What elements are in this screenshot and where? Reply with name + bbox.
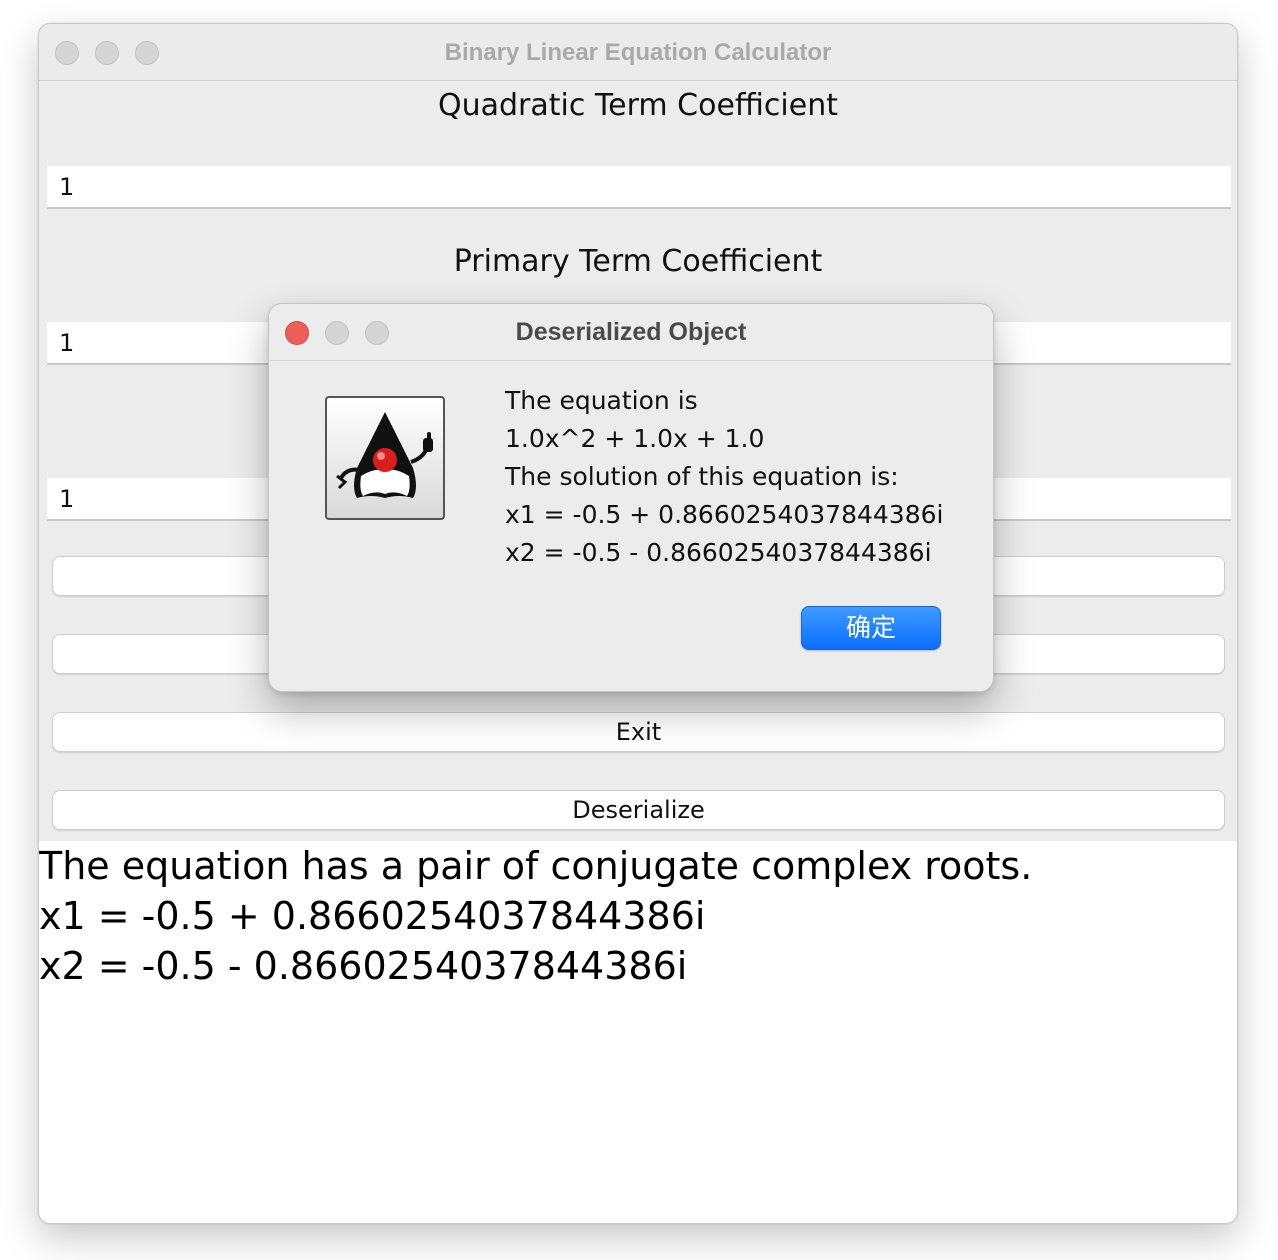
deserialize-button[interactable]: Deserialize — [52, 790, 1225, 830]
result-line: x1 = -0.5 + 0.8660254037844386i — [39, 894, 706, 938]
window-titlebar[interactable]: Binary Linear Equation Calculator — [39, 24, 1237, 81]
message-line: The equation is — [505, 386, 698, 415]
java-duke-icon — [325, 396, 445, 520]
message-line: 1.0x^2 + 1.0x + 1.0 — [505, 424, 765, 453]
exit-button[interactable]: Exit — [52, 712, 1225, 752]
dialog-message: The equation is 1.0x^2 + 1.0x + 1.0 The … — [505, 382, 943, 572]
dialog-title: Deserialized Object — [515, 318, 747, 346]
result-line: x2 = -0.5 - 0.8660254037844386i — [39, 944, 688, 988]
quadratic-term-label: Quadratic Term Coefficient — [438, 88, 838, 123]
message-line: The solution of this equation is: — [505, 462, 899, 491]
window-title: Binary Linear Equation Calculator — [444, 39, 832, 66]
primary-term-label: Primary Term Coefficient — [453, 244, 823, 279]
deserialized-object-dialog: Deserialized Object The equation is 1.0x… — [268, 303, 994, 692]
result-output-area: The equation has a pair of conjugate com… — [39, 841, 1237, 1223]
result-line: The equation has a pair of conjugate com… — [39, 844, 1033, 888]
quadratic-coefficient-input[interactable]: 1 — [47, 166, 1231, 209]
dialog-titlebar[interactable]: Deserialized Object — [269, 304, 993, 361]
ok-button[interactable]: 确定 — [801, 606, 941, 650]
message-line: x1 = -0.5 + 0.8660254037844386i — [505, 500, 944, 529]
message-line: x2 = -0.5 - 0.8660254037844386i — [505, 538, 932, 567]
